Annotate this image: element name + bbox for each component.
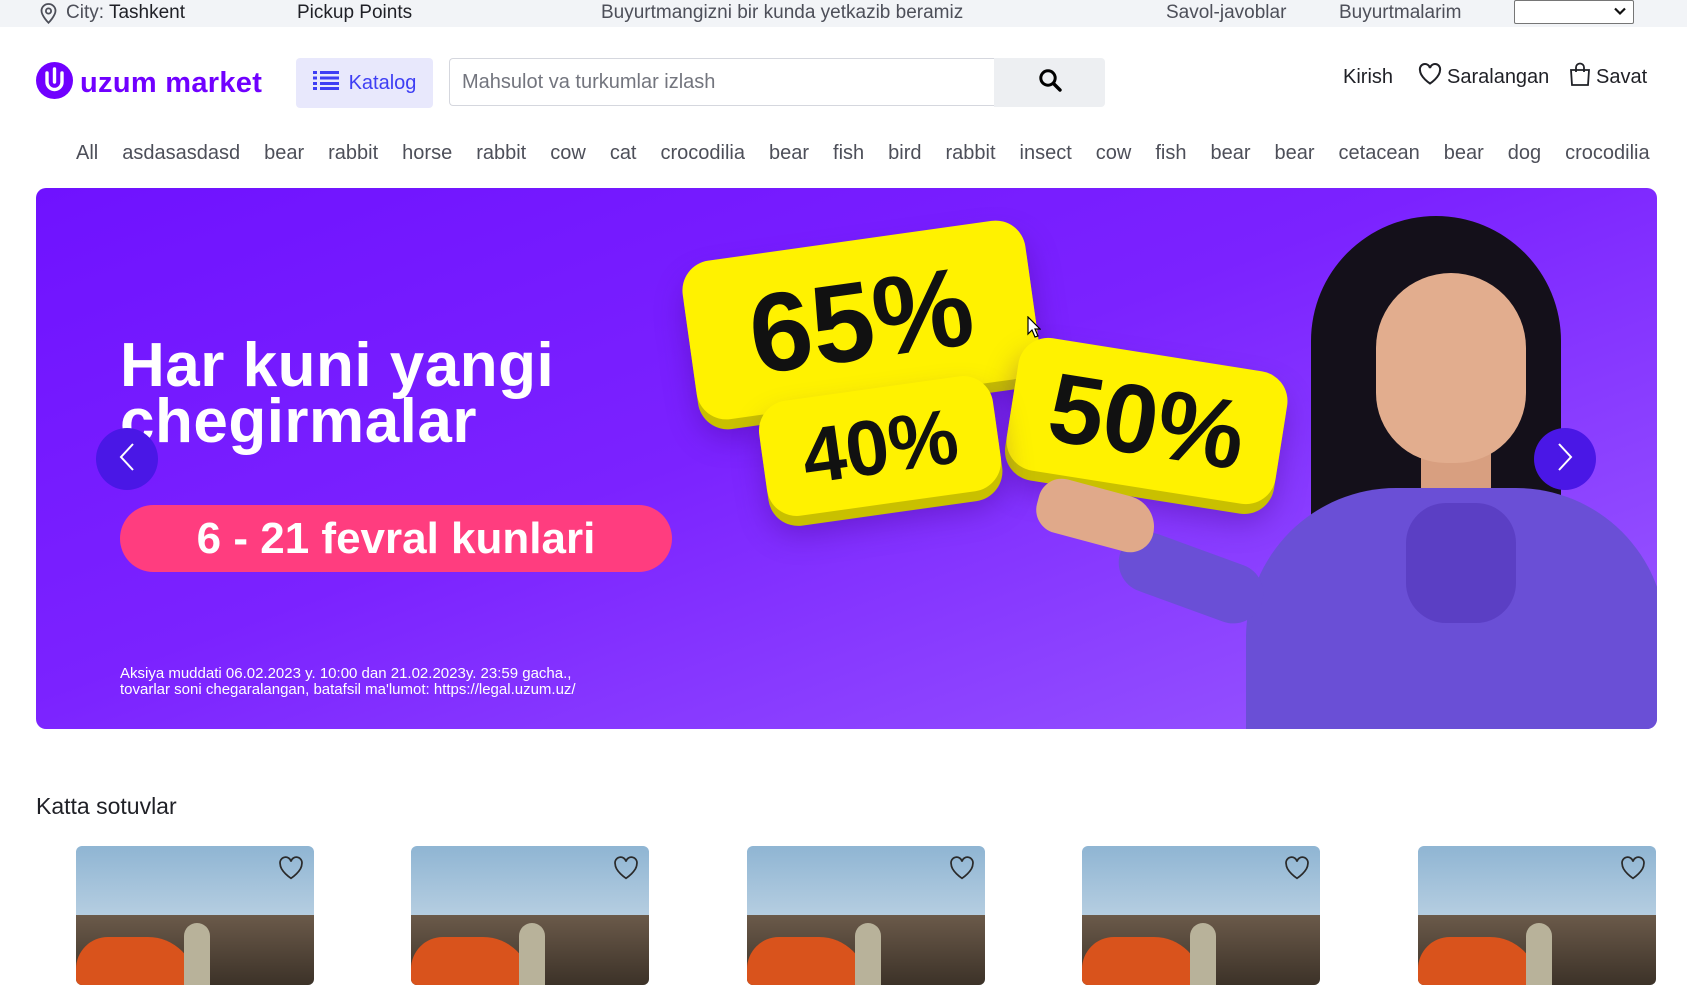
- banner-fine-line1: Aksiya muddati 06.02.2023 y. 10:00 dan 2…: [120, 665, 572, 682]
- category-item[interactable]: insect: [1008, 140, 1084, 167]
- carousel-next-button[interactable]: [1534, 428, 1596, 490]
- category-item[interactable]: asdasasdasd: [110, 140, 252, 167]
- product-card[interactable]: [76, 846, 314, 985]
- heart-icon[interactable]: [949, 856, 975, 885]
- logo-text: uzum market: [80, 66, 263, 99]
- category-item[interactable]: bear: [252, 140, 316, 167]
- favorites-label: Saralangan: [1447, 65, 1550, 88]
- chevron-left-icon: [118, 442, 136, 477]
- faq-link[interactable]: Savol-javoblar: [1166, 2, 1286, 24]
- category-item[interactable]: rabbit: [464, 140, 538, 167]
- search-icon: [1038, 68, 1062, 97]
- category-item[interactable]: cetacean: [1327, 140, 1432, 167]
- top-bar: City: Tashkent Pickup Points Buyurtmangi…: [0, 0, 1687, 27]
- category-item[interactable]: bear: [757, 140, 821, 167]
- pickup-points-link[interactable]: Pickup Points: [297, 2, 412, 24]
- shopping-bag-icon: [1569, 62, 1596, 92]
- banner-headline: Har kuni yangi chegirmalar: [120, 331, 555, 456]
- city-selector[interactable]: City: Tashkent: [66, 2, 185, 24]
- banner-headline-line1: Har kuni yangi: [120, 331, 555, 400]
- category-item[interactable]: crocodilia: [1553, 140, 1661, 167]
- mouse-cursor-icon: [1027, 315, 1042, 343]
- delivery-notice: Buyurtmangizni bir kunda yetkazib berami…: [601, 2, 964, 23]
- catalog-label: Katalog: [348, 71, 417, 94]
- section-title: Katta sotuvlar: [36, 793, 177, 819]
- search-button[interactable]: [994, 58, 1105, 107]
- banner-fine-print: Aksiya muddati 06.02.2023 y. 10:00 dan 2…: [120, 666, 576, 698]
- list-icon: [312, 70, 349, 96]
- orders-link[interactable]: Buyurtmalarim: [1339, 2, 1461, 24]
- chevron-right-icon: [1556, 442, 1574, 477]
- category-item[interactable]: crocodilia: [649, 140, 757, 167]
- category-item[interactable]: fish: [821, 140, 876, 167]
- banner-dates-pill: 6 - 21 fevral kunlari: [120, 505, 672, 572]
- product-card[interactable]: [747, 846, 985, 985]
- product-card[interactable]: [1418, 846, 1656, 985]
- product-card[interactable]: [1082, 846, 1320, 985]
- cart-link[interactable]: Savat: [1569, 62, 1648, 92]
- city-label: City:: [66, 2, 104, 23]
- category-item[interactable]: cat: [598, 140, 649, 167]
- language-select[interactable]: [1514, 0, 1634, 24]
- category-item[interactable]: bear: [1432, 140, 1496, 167]
- uzum-logo-icon: [36, 62, 73, 104]
- category-item[interactable]: bear: [1263, 140, 1327, 167]
- category-item[interactable]: bear: [1198, 140, 1262, 167]
- category-item[interactable]: cow: [538, 140, 598, 167]
- heart-icon: [1418, 63, 1447, 91]
- category-item[interactable]: All: [64, 140, 110, 167]
- category-item[interactable]: dog: [1496, 140, 1553, 167]
- search-input[interactable]: [449, 58, 994, 106]
- category-item[interactable]: bird: [876, 140, 933, 167]
- chevron-down-icon: [1613, 4, 1627, 23]
- cart-label: Savat: [1596, 65, 1648, 88]
- heart-icon[interactable]: [278, 856, 304, 885]
- category-nav: All asdasasdasd bear rabbit horse rabbit…: [64, 140, 1662, 167]
- heart-icon[interactable]: [1620, 856, 1646, 885]
- product-card[interactable]: [411, 846, 649, 985]
- uzum-logo[interactable]: uzum market: [36, 62, 263, 104]
- city-value: Tashkent: [108, 2, 185, 23]
- category-item[interactable]: horse: [390, 140, 464, 167]
- category-item[interactable]: rabbit: [934, 140, 1008, 167]
- promo-banner[interactable]: Har kuni yangi chegirmalar 6 - 21 fevral…: [36, 188, 1657, 729]
- login-link[interactable]: Kirish: [1343, 64, 1393, 90]
- banner-headline-line2: chegirmalar: [120, 387, 478, 456]
- category-item[interactable]: fish: [1143, 140, 1198, 167]
- category-item[interactable]: rabbit: [316, 140, 390, 167]
- carousel-prev-button[interactable]: [96, 428, 158, 490]
- catalog-button[interactable]: Katalog: [296, 58, 433, 108]
- login-label: Kirish: [1343, 65, 1394, 88]
- heart-icon[interactable]: [613, 856, 639, 885]
- favorites-link[interactable]: Saralangan: [1418, 63, 1550, 91]
- location-pin-icon: [40, 3, 57, 29]
- discount-tag-50: 50%: [1002, 333, 1292, 509]
- heart-icon[interactable]: [1284, 856, 1310, 885]
- category-item[interactable]: cow: [1084, 140, 1144, 167]
- banner-fine-line2: tovarlar soni chegaralangan, batafsil ma…: [120, 681, 576, 698]
